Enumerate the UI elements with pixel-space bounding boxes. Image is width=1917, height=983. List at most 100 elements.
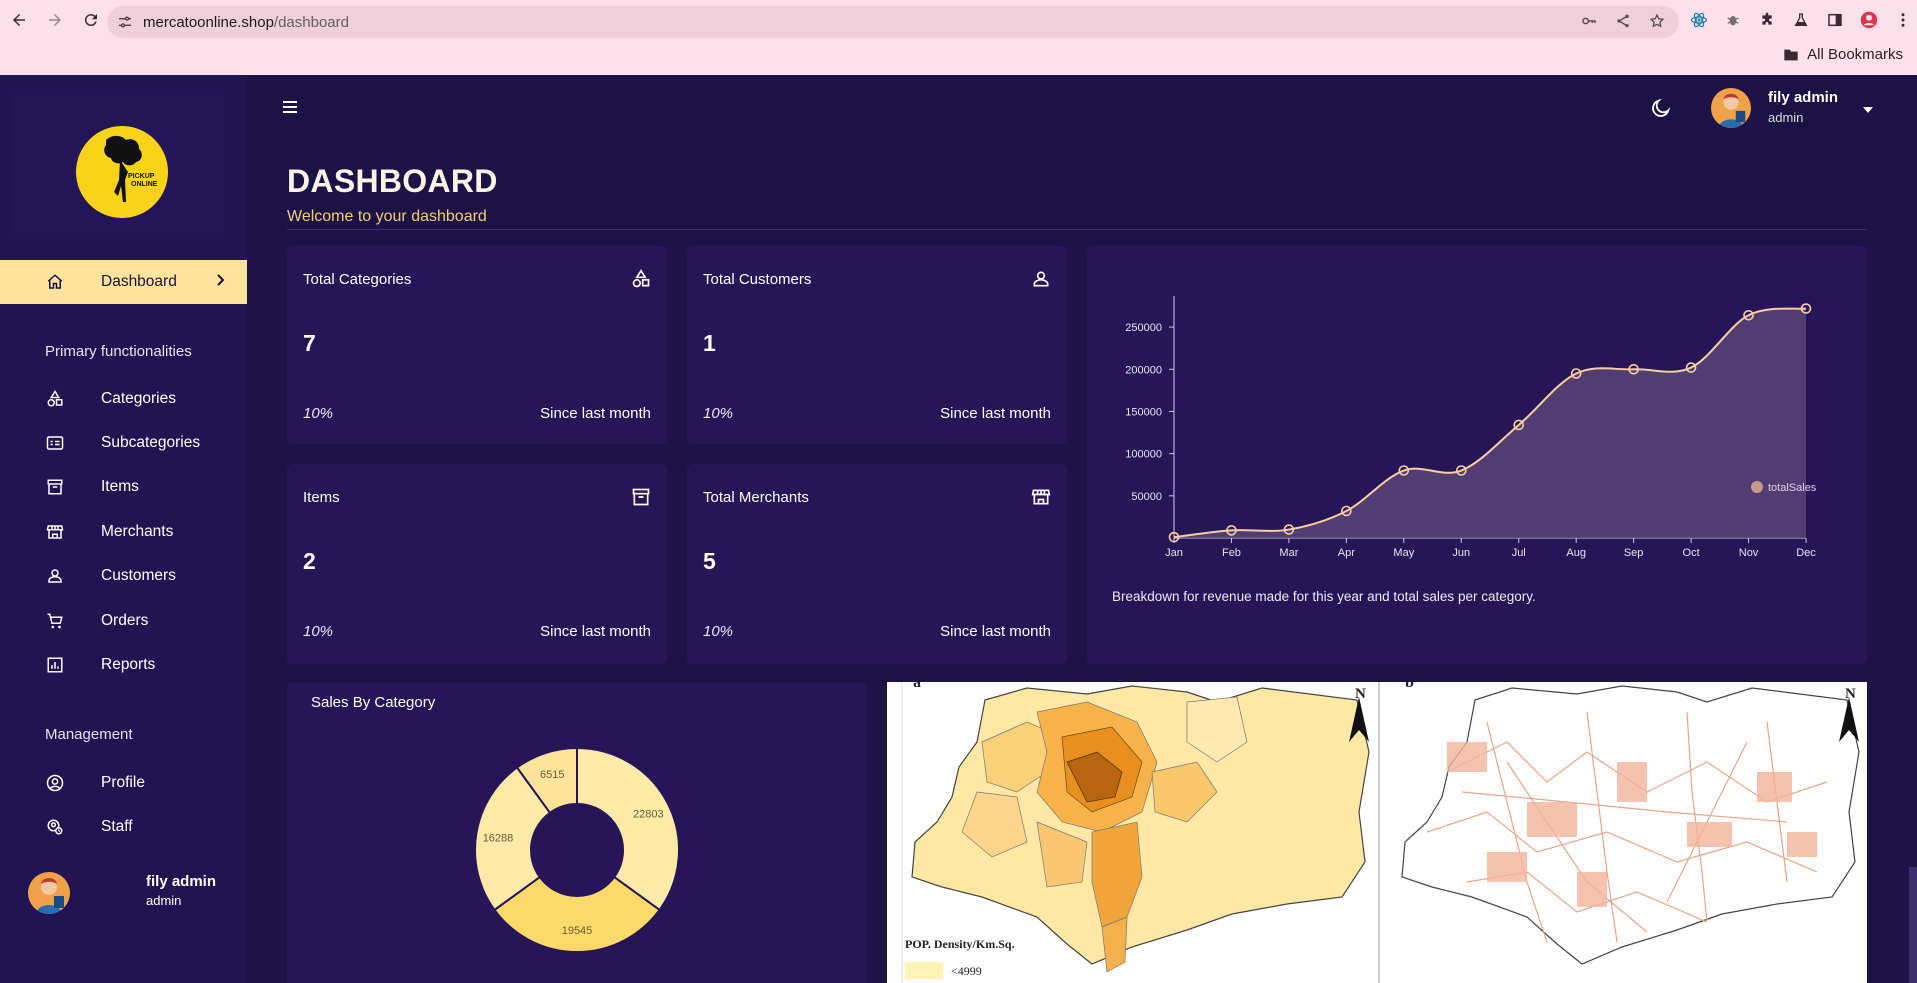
more-vert-icon[interactable] — [1894, 11, 1912, 29]
sidebar-item-categories[interactable]: Categories — [0, 377, 247, 421]
forward-icon[interactable] — [44, 9, 66, 31]
sidebar-item-merchants[interactable]: Merchants — [0, 510, 247, 554]
y-tick-label: 200000 — [1125, 364, 1162, 376]
stat-percent: 10% — [703, 405, 734, 422]
folder-icon — [1784, 49, 1798, 60]
store-icon — [45, 522, 65, 542]
section-title-management: Management — [45, 726, 133, 743]
map-legend-label: <4999 — [951, 964, 982, 978]
logo-container: PICKUP ONLINE — [14, 89, 224, 239]
header-user-name: fily admin — [1768, 89, 1839, 106]
avatar — [28, 872, 70, 914]
sidebar-item-orders[interactable]: Orders — [0, 599, 247, 643]
site-settings-icon[interactable] — [117, 14, 133, 30]
stat-since: Since last month — [540, 623, 651, 640]
stat-value: 7 — [303, 330, 316, 356]
x-tick-label: Nov — [1739, 547, 1759, 559]
menu-icon[interactable] — [281, 98, 299, 116]
sidebar-item-label: Orders — [101, 612, 149, 629]
sidepanel-icon[interactable] — [1826, 11, 1844, 29]
sidebar-item-customers[interactable]: Customers — [0, 554, 247, 598]
stat-value: 2 — [303, 548, 316, 574]
legend-swatch — [1751, 481, 1763, 493]
sidebar-item-reports[interactable]: Reports — [0, 643, 247, 687]
x-tick-label: Mar — [1279, 547, 1298, 559]
sales-chart-card: 50000 100000 150000 200000 250000 Jan Feb Mar Ap… — [1087, 246, 1867, 664]
slice-label: 6515 — [540, 769, 564, 781]
reload-icon[interactable] — [80, 9, 102, 31]
stat-value: 1 — [703, 330, 716, 356]
stat-since: Since last month — [940, 623, 1051, 640]
sidebar-item-staff[interactable]: Staff — [0, 805, 247, 849]
home-icon — [45, 272, 65, 292]
sidebar-item-label: Categories — [101, 390, 176, 407]
sidebar-item-items[interactable]: Items — [0, 465, 247, 509]
header-user-role: admin — [1768, 110, 1804, 125]
slice-label: 16288 — [483, 832, 514, 844]
x-tick-label: Aug — [1566, 547, 1586, 559]
profile-icon[interactable] — [1860, 11, 1878, 29]
puzzle-icon[interactable] — [1758, 11, 1776, 29]
map-legend-swatch — [905, 962, 943, 979]
archive-icon — [45, 477, 65, 497]
title-divider — [287, 229, 1867, 230]
bug-icon[interactable] — [1724, 11, 1742, 29]
sidebar-item-label: Dashboard — [101, 273, 177, 290]
extensions-bar — [1690, 11, 1912, 29]
stat-title: Total Merchants — [703, 489, 809, 506]
sidebar-user-role: admin — [146, 893, 182, 908]
stat-title: Total Customers — [703, 271, 812, 288]
sales-by-category-card: Sales By Category 22803 19545 16288 6515 — [287, 682, 867, 983]
sidebar-item-subcategories[interactable]: Subcategories — [0, 421, 247, 465]
browser-nav — [8, 9, 102, 31]
browser-chrome: mercatoonline.shop/dashboard All Bookmar… — [0, 0, 1917, 75]
section-title-primary: Primary functionalities — [45, 343, 192, 360]
sales-area-chart: 50000 100000 150000 200000 250000 Jan Feb Mar Ap… — [1125, 296, 1817, 559]
share-icon[interactable] — [1615, 13, 1631, 29]
shapes-icon — [631, 269, 651, 289]
page-scrollbar[interactable] — [1909, 867, 1917, 983]
stat-card-items: Items 2 10% Since last month — [287, 464, 667, 664]
person-icon — [45, 566, 65, 586]
sidebar-item-dashboard[interactable]: Dashboard — [0, 260, 247, 304]
stat-card-customers: Total Customers 1 10% Since last month — [687, 246, 1067, 444]
store-icon — [1031, 487, 1051, 507]
x-tick-label: Oct — [1683, 547, 1700, 559]
all-bookmarks[interactable]: All Bookmarks — [1783, 46, 1903, 63]
y-tick-label: 150000 — [1125, 406, 1162, 418]
archive-icon — [631, 487, 651, 507]
sidebar-item-label: Merchants — [101, 523, 174, 540]
dark-mode-icon[interactable] — [1650, 97, 1672, 119]
stat-since: Since last month — [940, 405, 1051, 422]
stat-value: 5 — [703, 548, 716, 574]
stat-since: Since last month — [540, 405, 651, 422]
stat-percent: 10% — [703, 623, 734, 640]
back-icon[interactable] — [8, 9, 30, 31]
sidebar-user-card[interactable]: fily admin admin — [0, 860, 247, 930]
stat-percent: 10% — [303, 623, 334, 640]
sidebar-item-label: Customers — [101, 567, 176, 584]
north-label-a: N — [1355, 686, 1366, 702]
caret-down-icon[interactable] — [1862, 101, 1874, 119]
sidebar-item-label: Subcategories — [101, 434, 201, 451]
y-tick-label: 50000 — [1131, 491, 1162, 503]
x-tick-label: Feb — [1222, 547, 1241, 559]
staff-icon — [45, 817, 65, 837]
x-tick-label: Apr — [1338, 547, 1355, 559]
key-icon[interactable] — [1581, 13, 1597, 29]
react-devtools-icon[interactable] — [1690, 11, 1708, 29]
panel-a-label: a — [913, 682, 921, 691]
stat-percent: 10% — [303, 405, 334, 422]
sidebar-item-profile[interactable]: Profile — [0, 761, 247, 805]
sidebar-item-label: Profile — [101, 774, 145, 791]
flask-icon[interactable] — [1792, 11, 1810, 29]
brand-logo[interactable]: PICKUP ONLINE — [76, 126, 168, 218]
logo-text-top: PICKUP — [128, 173, 155, 180]
y-tick-label: 250000 — [1125, 322, 1162, 334]
star-icon[interactable] — [1649, 13, 1665, 29]
address-bar[interactable]: mercatoonline.shop/dashboard — [107, 6, 1679, 38]
map-legend-title: POP. Density/Km.Sq. — [905, 937, 1015, 951]
panel-b-label: b — [1405, 682, 1414, 691]
density-map-image: a b N N POP. Density/Km.Sq. <4999 — [887, 682, 1867, 983]
header-user-menu[interactable]: fily admin admin — [1711, 86, 1874, 130]
